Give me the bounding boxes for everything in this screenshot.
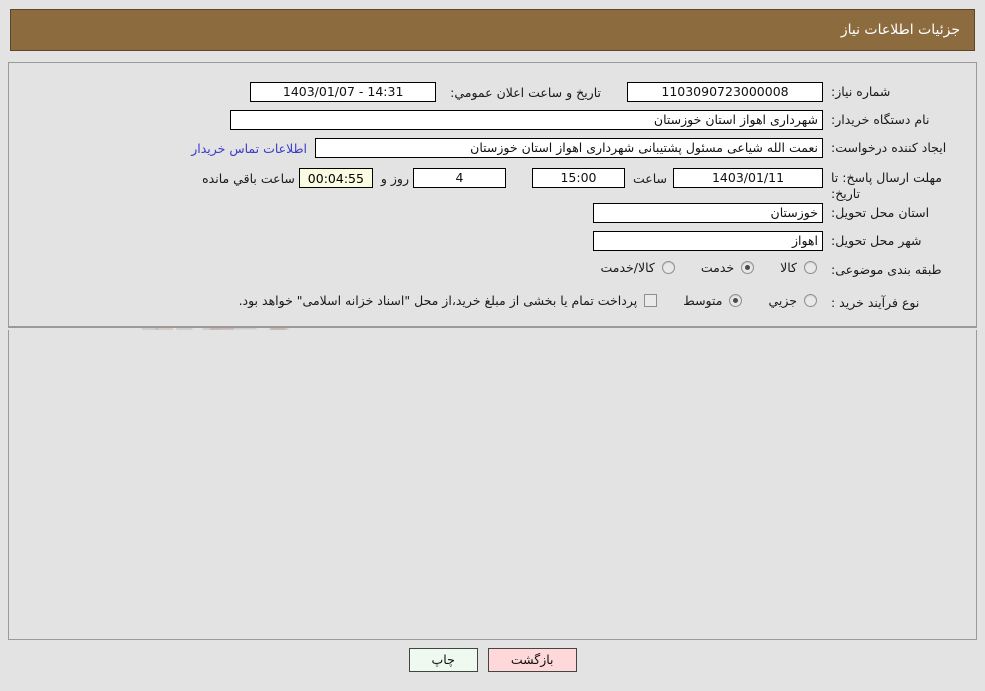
- back-button[interactable]: بازگشت: [487, 648, 577, 672]
- radio-icon[interactable]: [661, 261, 675, 274]
- treasury-checkbox-item[interactable]: پرداخت تمام یا بخشی از مبلغ خرید،از محل …: [239, 293, 658, 308]
- row-creator: ایجاد کننده درخواست: نعمت الله شیاعی مسئ…: [0, 138, 985, 160]
- row-city: شهر محل تحویل: اهواز: [0, 231, 985, 253]
- buyer-org-label: نام دستگاه خریدار:: [831, 112, 930, 127]
- province-value: خوزستان: [593, 203, 823, 223]
- checkbox-icon[interactable]: [644, 294, 658, 307]
- announcement-date-label: تاریخ و ساعت اعلان عمومي:: [450, 84, 601, 100]
- countdown-suffix: ساعت باقي مانده: [202, 170, 295, 186]
- need-number-label: شماره نیاز:: [831, 84, 891, 99]
- buyer-org-value: شهرداری اهواز استان خوزستان: [230, 110, 823, 130]
- row-category: طبقه بندی موضوعی: کالا خدمت کالا/خدمت: [0, 260, 985, 282]
- announcement-date-value: 14:31 - 1403/01/07: [250, 82, 437, 102]
- row-buyer-org: نام دستگاه خریدار: شهرداری اهواز استان خ…: [0, 110, 985, 132]
- process-label: نوع فرآیند خرید :: [831, 295, 920, 310]
- process-radio-group: جزیي متوسط پرداخت تمام یا بخشی از مبلغ خ…: [239, 293, 817, 308]
- radio-icon[interactable]: [729, 294, 743, 307]
- radio-icon[interactable]: [804, 261, 817, 274]
- deadline-hour-value: 15:00: [531, 168, 625, 188]
- action-buttons: بازگشت چاپ: [0, 648, 985, 672]
- buyer-contact-link[interactable]: اطلاعات تماس خریدار: [191, 138, 307, 158]
- details-panel: [8, 330, 977, 640]
- deadline-label: مهلت ارسال پاسخ: تا تاریخ:: [831, 170, 942, 201]
- city-label: شهر محل تحویل:: [831, 233, 922, 248]
- radio-icon[interactable]: [741, 261, 755, 274]
- deadline-days-value: 4: [412, 168, 506, 188]
- category-option-label: کالا: [780, 260, 797, 275]
- process-option-motevaset[interactable]: متوسط: [683, 293, 743, 308]
- category-option-label: خدمت: [700, 260, 735, 275]
- treasury-checkbox-label: پرداخت تمام یا بخشی از مبلغ خرید،از محل …: [238, 293, 638, 308]
- need-number-value: 1103090723000008: [627, 82, 823, 102]
- radio-icon[interactable]: [804, 294, 817, 307]
- process-option-label: متوسط: [683, 293, 723, 308]
- page-root: AriaTender.net جزئیات اطلاعات نیاز شماره…: [0, 0, 985, 691]
- row-need-number: شماره نیاز: 1103090723000008 تاریخ و ساع…: [0, 82, 985, 104]
- category-option-khedmat[interactable]: خدمت: [700, 260, 755, 275]
- category-label: طبقه بندی موضوعی:: [831, 262, 942, 277]
- process-option-jozii[interactable]: جزیي: [768, 293, 817, 308]
- deadline-hour-label: ساعت: [632, 170, 667, 186]
- deadline-days-suffix: روز و: [380, 170, 409, 186]
- category-option-kala[interactable]: کالا: [780, 260, 817, 275]
- process-option-label: جزیي: [768, 293, 797, 308]
- page-title: جزئیات اطلاعات نیاز: [840, 22, 960, 38]
- province-label: استان محل تحویل:: [831, 205, 930, 220]
- category-option-label: کالا/خدمت: [600, 260, 655, 275]
- page-header: جزئیات اطلاعات نیاز: [10, 9, 975, 51]
- countdown-timer: 00:04:55: [298, 168, 373, 188]
- creator-label: ایجاد کننده درخواست:: [831, 140, 947, 155]
- row-purchase-process: نوع فرآیند خرید : جزیي متوسط پرداخت تمام…: [0, 293, 985, 315]
- print-button[interactable]: چاپ: [408, 648, 478, 672]
- creator-value: نعمت الله شیاعی مسئول پشتیبانی شهرداری ا…: [315, 138, 823, 158]
- category-option-kala-khedmat[interactable]: کالا/خدمت: [600, 260, 675, 275]
- category-radio-group: کالا خدمت کالا/خدمت: [574, 260, 817, 275]
- row-deadline: مهلت ارسال پاسخ: تا تاریخ: 1403/01/11 سا…: [0, 168, 985, 202]
- deadline-date-value: 1403/01/11: [673, 168, 823, 188]
- city-value: اهواز: [593, 231, 823, 251]
- row-province: استان محل تحویل: خوزستان: [0, 203, 985, 225]
